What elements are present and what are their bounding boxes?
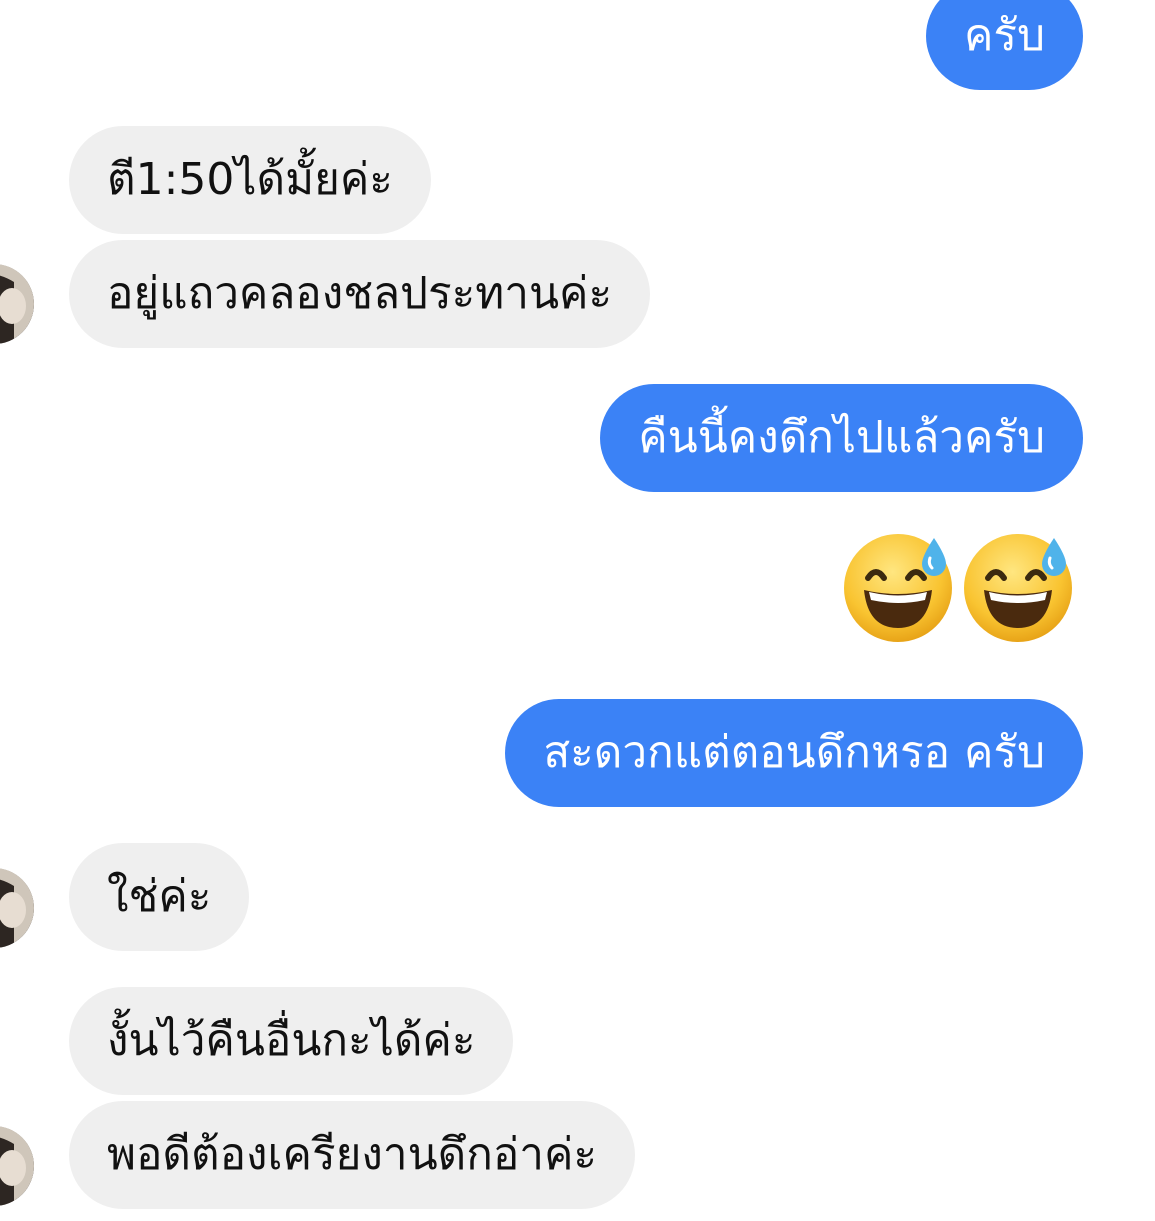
outgoing-message[interactable]: ครับ [926,0,1083,90]
incoming-message[interactable]: งั้นไว้คืนอื่นกะได้ค่ะ [69,987,514,1095]
outgoing-message[interactable]: สะดวกแต่ตอนดึกหรอ ครับ [505,699,1083,807]
contact-avatar[interactable] [0,264,34,344]
sweat-smile-icon[interactable] [962,532,1074,644]
outgoing-message[interactable]: คืนนี้คงดึกไปแล้วครับ [600,384,1083,492]
contact-avatar[interactable] [0,868,34,948]
incoming-message[interactable]: ใช่ค่ะ [69,843,250,951]
incoming-message[interactable]: ตี1:50ได้มั้ยค่ะ [69,126,431,234]
contact-avatar[interactable] [0,1126,34,1206]
incoming-message[interactable]: อยู่แถวคลองชลประทานค่ะ [69,240,651,348]
incoming-message[interactable]: พอดีต้องเครียงานดึกอ่าค่ะ [69,1101,636,1209]
sweat-smile-icon[interactable] [842,532,954,644]
